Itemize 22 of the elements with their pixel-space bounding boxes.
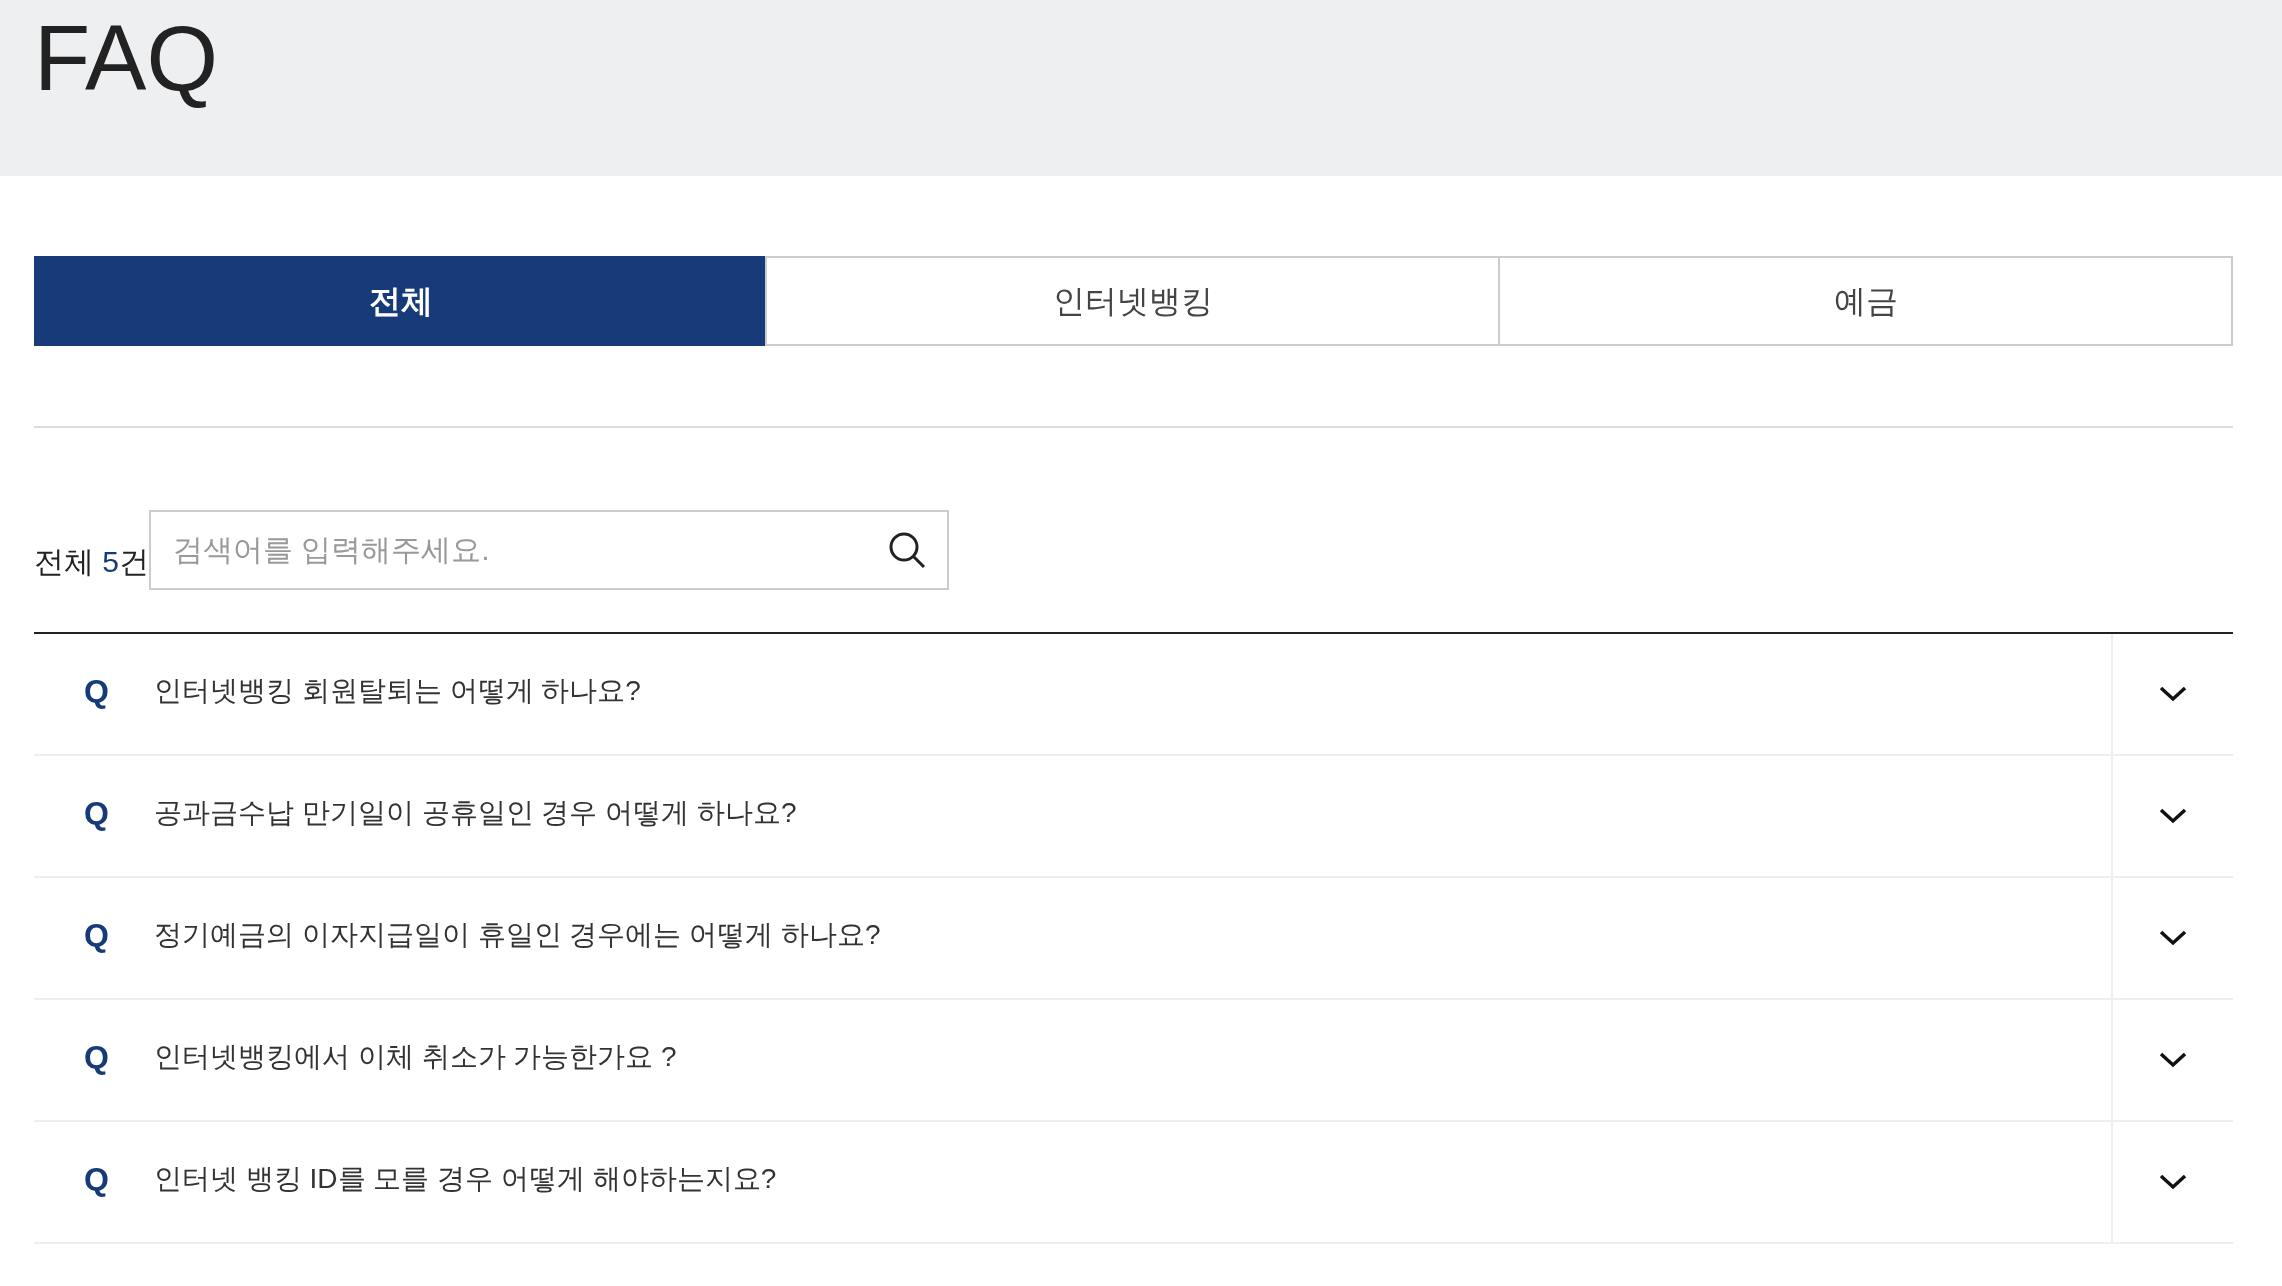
search-field[interactable]: 검색어를 입력해주세요.	[149, 510, 950, 590]
chevron-down-icon[interactable]	[2158, 807, 2188, 825]
question-marker: Q	[84, 1038, 110, 1077]
faq-question[interactable]: 인터넷 뱅킹 ID를 모를 경우 어떻게 해야하는지요?	[154, 1158, 777, 1200]
question-marker: Q	[84, 916, 110, 955]
tab[interactable]: 예금	[1498, 256, 2233, 346]
chevron-down-icon[interactable]	[2158, 929, 2188, 947]
chevron-down-icon[interactable]	[2158, 685, 2188, 703]
tab[interactable]: 인터넷뱅킹	[765, 256, 1500, 346]
search-icon[interactable]	[887, 530, 928, 570]
question-marker: Q	[84, 672, 110, 711]
chevron-down-icon[interactable]	[2158, 1051, 2188, 1069]
question-marker: Q	[84, 1160, 110, 1199]
question-marker: Q	[84, 794, 110, 833]
faq-question[interactable]: 인터넷뱅킹 회원탈퇴는 어떻게 하나요?	[154, 670, 641, 712]
chevron-down-icon[interactable]	[2158, 1173, 2188, 1191]
faq-question[interactable]: 정기예금의 이자지급일이 휴일인 경우에는 어떻게 하나요?	[154, 914, 881, 956]
faq-question[interactable]: 인터넷뱅킹에서 이체 취소가 가능한가요 ?	[154, 1036, 677, 1078]
tab[interactable]: 전체	[34, 256, 767, 346]
page-title: FAQ	[34, 8, 219, 108]
result-count: 전체 5건	[34, 544, 150, 580]
faq-question[interactable]: 공과금수납 만기일이 공휴일인 경우 어떻게 하나요?	[154, 792, 797, 834]
